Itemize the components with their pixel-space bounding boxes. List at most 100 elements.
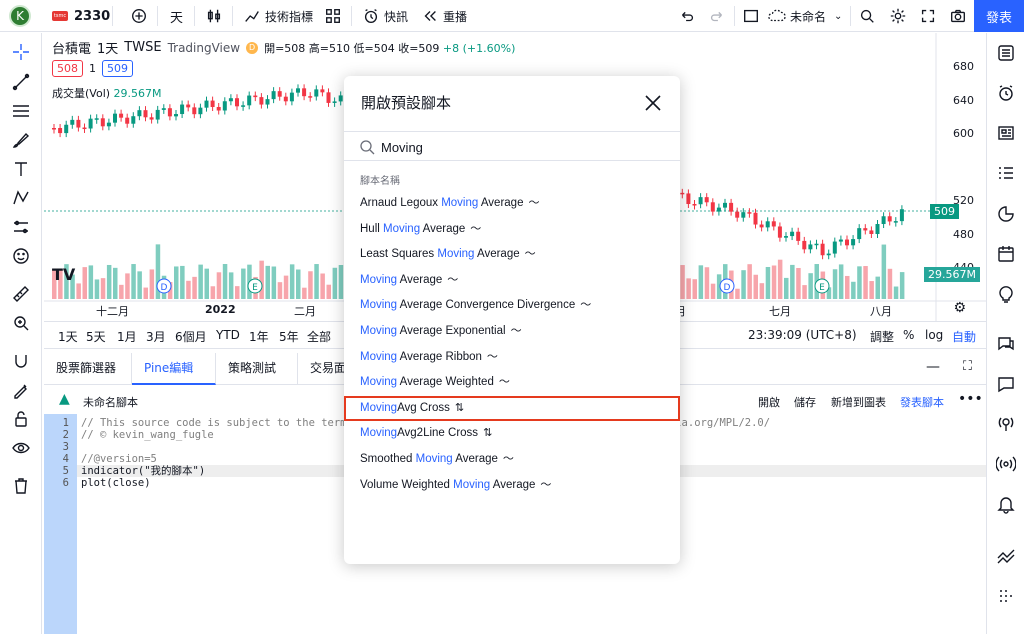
alarm-clock-icon[interactable] <box>995 82 1017 104</box>
script-list-item[interactable]: MovingAvg2Line Cross ⇅ <box>344 421 680 446</box>
script-list-item[interactable]: Moving Average 〜 <box>344 268 680 293</box>
minimize-icon[interactable]: — <box>926 359 940 375</box>
script-list-item[interactable]: Arnaud Legoux Moving Average 〜 <box>344 191 680 216</box>
gear-icon[interactable] <box>889 0 907 32</box>
layout-menu[interactable]: 未命名 ⌄ <box>768 0 842 32</box>
log-toggle[interactable]: log <box>925 328 943 342</box>
strategy-icon: ⇅ <box>483 427 493 440</box>
range-all[interactable]: 全部 <box>307 328 331 345</box>
tab-pine-editor[interactable]: Pine編輯器 <box>132 353 216 406</box>
range-6m[interactable]: 6個月 <box>175 328 207 345</box>
chart-settings-gear-icon[interactable]: ⚙ <box>953 300 966 316</box>
replay-label: 重播 <box>443 9 468 24</box>
publish-script-button[interactable]: 發表腳本 <box>900 394 944 410</box>
fullscreen-rect-icon[interactable] <box>742 0 760 32</box>
notification-bell-icon[interactable] <box>995 493 1017 515</box>
fib-lines-icon[interactable] <box>10 100 32 122</box>
script-list-item[interactable]: Moving Average Exponential 〜 <box>344 319 680 344</box>
camera-icon[interactable] <box>949 0 967 32</box>
text-icon[interactable] <box>10 158 32 180</box>
redo-icon[interactable] <box>708 0 726 32</box>
indicator-wave-icon: 〜 <box>528 197 540 209</box>
avatar[interactable]: K <box>9 5 31 27</box>
search-input[interactable] <box>381 137 661 157</box>
crosshair-icon[interactable] <box>10 41 32 63</box>
magnet-icon[interactable] <box>10 350 32 372</box>
open-button[interactable]: 開啟 <box>758 394 780 410</box>
symbol-search[interactable]: tsmc 2330 <box>52 0 110 32</box>
streams-icon[interactable] <box>995 413 1017 435</box>
prediction-icon[interactable] <box>10 216 32 238</box>
script-name-suffix: Average <box>420 222 466 235</box>
script-list-item[interactable]: Least Squares Moving Average 〜 <box>344 242 680 267</box>
auto-toggle[interactable]: 自動 <box>952 328 976 345</box>
ruler-icon[interactable] <box>10 283 32 305</box>
eye-icon[interactable] <box>10 437 32 459</box>
add-to-chart-button[interactable]: 新增到圖表 <box>831 394 886 410</box>
range-1d[interactable]: 1天 <box>58 328 78 345</box>
tab-strategy-tester[interactable]: 策略測試器 <box>216 353 298 406</box>
script-list-item[interactable]: Volume Weighted Moving Average 〜 <box>344 473 680 498</box>
chat-icon[interactable] <box>995 333 1017 355</box>
search-icon[interactable] <box>858 0 876 32</box>
script-list-item[interactable]: MovingAvg Cross ⇅ <box>344 395 680 421</box>
templates-grid-icon[interactable] <box>324 0 342 32</box>
bid-price[interactable]: 508 <box>52 60 83 77</box>
interval-button[interactable]: 天 <box>170 0 183 32</box>
undo-icon[interactable] <box>678 0 696 32</box>
range-5y[interactable]: 5年 <box>279 328 299 345</box>
percent-toggle[interactable]: % <box>903 328 914 342</box>
save-button[interactable]: 儲存 <box>794 394 816 410</box>
script-name-suffix: Average <box>478 197 524 209</box>
script-list-item[interactable]: Moving Average Ribbon 〜 <box>344 345 680 370</box>
compare-plus-icon[interactable] <box>130 0 148 32</box>
ask-price[interactable]: 509 <box>102 60 133 77</box>
emoji-icon[interactable] <box>10 245 32 267</box>
close-icon[interactable] <box>644 94 662 112</box>
pattern-icon[interactable] <box>10 187 32 209</box>
hotlist-icon[interactable] <box>995 203 1017 225</box>
adjust-toggle[interactable]: 調整 <box>870 328 894 345</box>
calendar-icon[interactable] <box>995 243 1017 265</box>
ideas-bulb-icon[interactable] <box>995 283 1017 305</box>
zoom-in-icon[interactable] <box>10 312 32 334</box>
market-status-badge[interactable]: D <box>246 41 259 54</box>
indicators-button[interactable]: 技術指標 <box>243 0 313 32</box>
script-list-item[interactable]: Moving Average Convergence Divergence 〜 <box>344 293 680 318</box>
script-name[interactable]: 未命名腳本 <box>83 394 138 410</box>
range-3m[interactable]: 3月 <box>146 328 166 345</box>
tradingview-logo-icon[interactable]: TV <box>52 265 76 287</box>
brush-icon[interactable] <box>10 129 32 151</box>
symbol-name[interactable]: 台積電 <box>52 38 91 57</box>
stay-drawing-icon[interactable] <box>10 379 32 401</box>
script-list-item[interactable]: Hull Moving Average 〜 <box>344 217 680 242</box>
alert-button[interactable]: 快訊 <box>362 0 408 32</box>
price-scale[interactable]: 680 640 600 520 480 440 <box>936 33 986 303</box>
candles-icon[interactable] <box>205 0 223 32</box>
maximize-icon[interactable]: ⛶ <box>963 359 972 374</box>
object-tree-icon[interactable] <box>995 585 1017 607</box>
script-list-item[interactable]: Smoothed Moving Average 〜 <box>344 447 680 472</box>
messages-icon[interactable] <box>995 373 1017 395</box>
more-icon[interactable]: ••• <box>958 391 983 407</box>
range-1y[interactable]: 1年 <box>249 328 269 345</box>
trash-icon[interactable] <box>10 475 32 497</box>
lock-icon[interactable] <box>10 408 32 430</box>
clock-time[interactable]: 23:39:09 (UTC+8) <box>748 328 857 342</box>
range-1m[interactable]: 1月 <box>117 328 137 345</box>
trendline-icon[interactable] <box>10 71 32 93</box>
broadcast-icon[interactable] <box>995 453 1017 475</box>
range-ytd[interactable]: YTD <box>216 328 240 342</box>
replay-button[interactable]: 重播 <box>421 0 467 32</box>
line-number: 4 <box>62 453 69 465</box>
trading-panel-icon[interactable] <box>995 545 1017 567</box>
news-icon[interactable] <box>995 122 1017 144</box>
range-5d[interactable]: 5天 <box>86 328 106 345</box>
script-name-suffix: Avg Cross <box>397 401 450 414</box>
data-window-icon[interactable] <box>995 162 1017 184</box>
publish-button[interactable]: 發表 <box>974 0 1024 32</box>
script-list-item[interactable]: Moving Average Weighted 〜 <box>344 370 680 395</box>
tab-screener[interactable]: 股票篩選器 <box>44 353 132 385</box>
expand-icon[interactable] <box>919 0 937 32</box>
watchlist-icon[interactable] <box>995 42 1017 64</box>
